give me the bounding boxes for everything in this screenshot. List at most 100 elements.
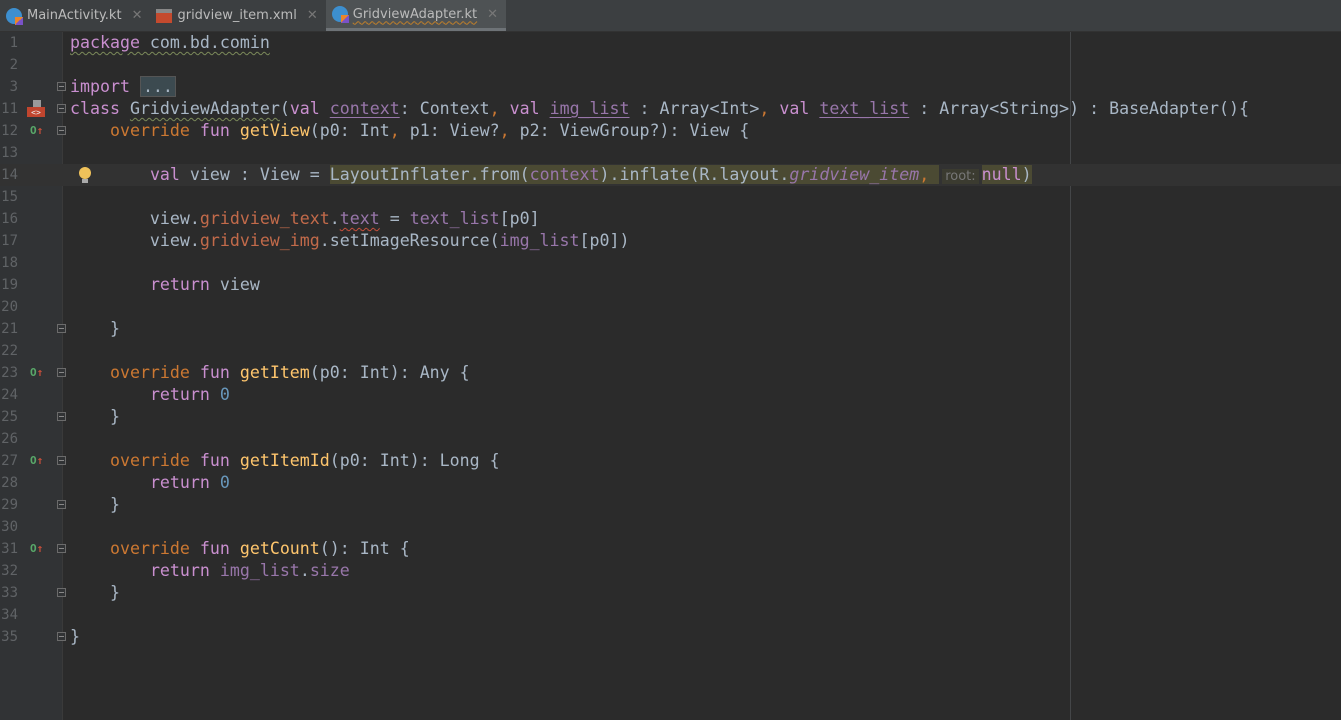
code-line: 16 view.gridview_text.text = text_list[p… (0, 208, 1341, 230)
fold-toggle-icon[interactable] (57, 126, 66, 135)
code-text[interactable]: override fun getItem(p0: Int): Any { (70, 362, 470, 384)
line-number: 19 (1, 277, 18, 293)
code-line: 26 (0, 428, 1341, 450)
code-token: val (289, 99, 330, 118)
code-token: text_list (819, 99, 910, 118)
code-token: val (149, 165, 190, 184)
line-number: 28 (1, 475, 18, 491)
code-token: img_list (549, 99, 630, 118)
code-token: : Context (399, 99, 490, 118)
fold-toggle-icon[interactable] (57, 588, 66, 597)
line-number: 12 (1, 123, 18, 139)
fold-toggle-icon[interactable] (57, 632, 66, 641)
code-token: ... (139, 76, 176, 97)
code-line: 12 O↑ override fun getView(p0: Int, p1: V… (0, 120, 1341, 142)
fold-toggle-icon[interactable] (57, 456, 66, 465)
override-marker-icon[interactable]: O↑ (30, 543, 43, 555)
fold-toggle-icon[interactable] (57, 368, 66, 377)
code-text[interactable]: return img_list.size (70, 560, 350, 582)
tab-mainactivity-kt[interactable]: MainActivity.kt ✕ (0, 0, 150, 31)
fold-toggle-icon[interactable] (57, 82, 66, 91)
code-text[interactable]: view.gridview_img.setImageResource(img_l… (70, 230, 630, 252)
code-token: . (299, 561, 310, 580)
close-icon[interactable]: ✕ (307, 8, 318, 23)
code-token: ( (279, 99, 290, 118)
line-number: 34 (1, 607, 18, 623)
code-text[interactable]: } (70, 626, 80, 648)
code-text[interactable]: class GridviewAdapter(val context: Conte… (70, 98, 1249, 120)
code-token: , (919, 165, 940, 184)
code-text[interactable]: } (70, 582, 120, 604)
close-icon[interactable]: ✕ (487, 7, 498, 22)
code-text[interactable]: return 0 (70, 384, 230, 406)
fold-toggle-icon[interactable] (57, 412, 66, 421)
code-token: (p0: Int (309, 121, 390, 140)
code-text[interactable]: override fun getView(p0: Int, p1: View?,… (70, 120, 749, 142)
close-icon[interactable]: ✕ (132, 8, 143, 23)
svg-text:<>: <> (31, 108, 41, 117)
code-text[interactable]: import ... (70, 76, 176, 98)
override-marker-icon[interactable]: O↑ (30, 125, 43, 137)
code-token: fun (199, 451, 240, 470)
code-text[interactable]: override fun getCount(): Int { (70, 538, 410, 560)
line-number: 16 (1, 211, 18, 227)
code-line: 15 (0, 186, 1341, 208)
code-token: fun (199, 539, 240, 558)
code-line: 21 } (0, 318, 1341, 340)
tab-gridview-item-xml[interactable]: gridview_item.xml ✕ (150, 0, 325, 31)
override-marker-icon[interactable]: O↑ (30, 367, 43, 379)
line-number: 33 (1, 585, 18, 601)
tab-gridviewadapter-kt[interactable]: GridviewAdapter.kt ✕ (325, 0, 507, 31)
code-token: override (109, 121, 200, 140)
code-text[interactable]: } (70, 494, 120, 516)
code-line: 27 O↑ override fun getItemId(p0: Int): Lo… (0, 450, 1341, 472)
code-token: view. (70, 209, 200, 228)
code-token: } (70, 407, 120, 426)
code-token: null (981, 165, 1022, 184)
code-line: 3 import ... (0, 76, 1341, 98)
line-number: 3 (9, 79, 18, 95)
code-token: img_list (499, 231, 580, 250)
code-text[interactable]: return view (70, 274, 260, 296)
code-line: 25 } (0, 406, 1341, 428)
code-token: context (329, 99, 400, 118)
line-number: 14 (1, 167, 18, 183)
override-marker-icon[interactable]: O↑ (30, 455, 43, 467)
fold-toggle-icon[interactable] (57, 324, 66, 333)
code-editor[interactable]: 1 package com.bd.comin 2 3 import ... 11 <> cla… (0, 32, 1341, 648)
code-token: , (499, 121, 520, 140)
code-token: = (379, 209, 410, 228)
code-token: view. (70, 231, 200, 250)
code-token: 0 (219, 473, 230, 492)
line-number: 27 (1, 453, 18, 469)
code-text[interactable]: val view : View = LayoutInflater.from(co… (70, 164, 1032, 188)
code-line: 29 } (0, 494, 1341, 516)
code-text[interactable]: } (70, 318, 120, 340)
related-layout-icon[interactable]: <> (27, 100, 45, 118)
code-text[interactable]: override fun getItemId(p0: Int): Long { (70, 450, 500, 472)
code-token: override (109, 451, 200, 470)
code-text[interactable]: view.gridview_text.text = text_list[p0] (70, 208, 540, 230)
code-text[interactable]: } (70, 406, 120, 428)
code-text[interactable]: return 0 (70, 472, 230, 494)
fold-toggle-icon[interactable] (57, 500, 66, 509)
code-token: (): Int { (319, 539, 410, 558)
line-number: 21 (1, 321, 18, 337)
kotlin-file-icon (6, 7, 23, 25)
code-line: 34 (0, 604, 1341, 626)
code-line: 19 return view (0, 274, 1341, 296)
line-number: 35 (1, 629, 18, 645)
code-token: return (149, 275, 220, 294)
code-line: 32 return img_list.size (0, 560, 1341, 582)
code-text[interactable]: package com.bd.comin (70, 32, 270, 54)
code-token: : Array<String>) : BaseAdapter(){ (909, 99, 1249, 118)
fold-toggle-icon[interactable] (57, 104, 66, 113)
code-token: getItemId (239, 451, 330, 470)
line-number: 30 (1, 519, 18, 535)
fold-toggle-icon[interactable] (57, 544, 66, 553)
code-line: 17 view.gridview_img.setImageResource(im… (0, 230, 1341, 252)
